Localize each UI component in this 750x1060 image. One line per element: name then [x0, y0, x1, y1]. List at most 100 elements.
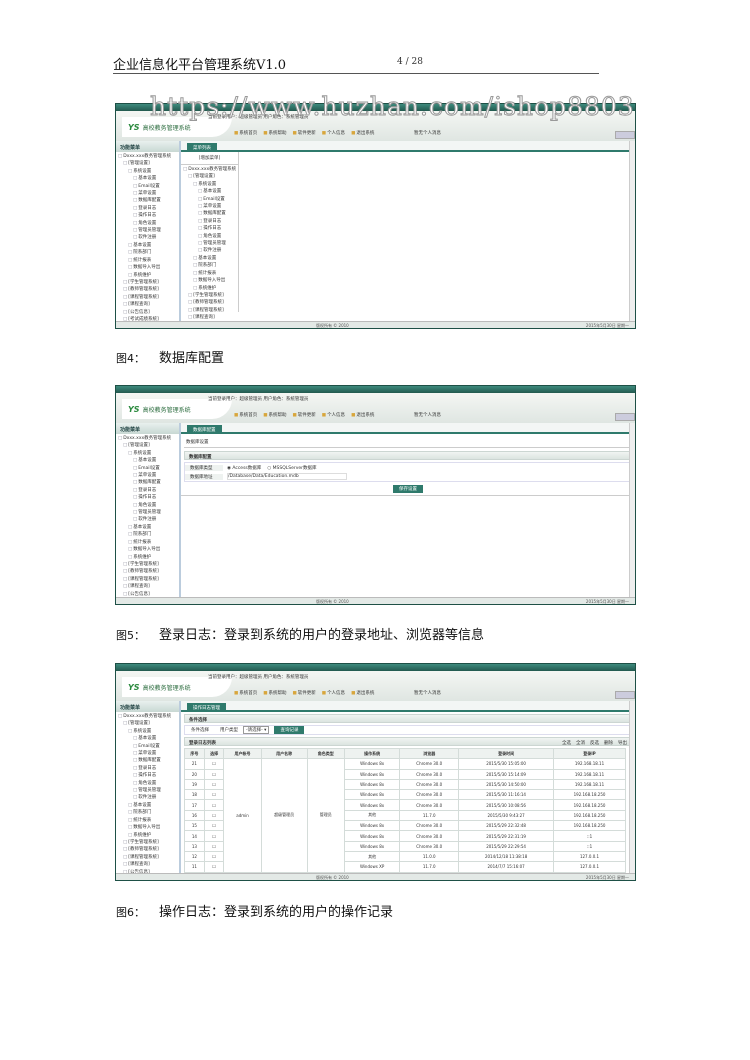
vertical-scrollbar[interactable]	[629, 423, 635, 597]
tree-item[interactable]: [管理设置]	[118, 720, 177, 727]
nav-item[interactable]: 系统首页	[234, 130, 257, 136]
tree-item[interactable]: 操作日志	[118, 772, 177, 779]
vertical-scrollbar[interactable]	[629, 701, 635, 873]
tree-item[interactable]: 登录日志	[118, 487, 177, 494]
tree-item[interactable]: 基本设置	[118, 175, 177, 182]
subtab-database-settings[interactable]: 数据库设置	[184, 437, 632, 448]
tree-item[interactable]: [管理设置]	[183, 173, 236, 180]
tree-item[interactable]: 管理员管理	[183, 240, 236, 247]
row-checkbox[interactable]: ☐	[203, 830, 225, 842]
tree-item[interactable]: [课程管理系统]	[183, 307, 236, 314]
tree-item[interactable]: Email设置	[118, 743, 177, 750]
radio-access[interactable]: ◉ Access数据库	[227, 465, 261, 471]
tree-item[interactable]: 系统维护	[118, 272, 177, 279]
tree-item[interactable]: [课程管理系统]	[118, 294, 177, 301]
tree-item[interactable]: 基本设置	[118, 242, 177, 249]
tree-item[interactable]: 管理员管理	[118, 787, 177, 794]
tree-item[interactable]: Email设置	[118, 183, 177, 190]
tree-item[interactable]: 院系部门	[118, 809, 177, 816]
row-checkbox[interactable]: ☐	[203, 840, 225, 852]
tree-item[interactable]: [课程管理系统]	[118, 576, 177, 583]
tree-item[interactable]: 菜单设置	[118, 472, 177, 479]
row-checkbox[interactable]: ☐	[203, 850, 225, 863]
tree-item[interactable]: 基本设置	[183, 188, 236, 195]
tree-item[interactable]: 系统设置	[118, 728, 177, 735]
tree-item[interactable]: [教师管理系统]	[118, 846, 177, 853]
tree-item[interactable]: 院系部门	[183, 262, 236, 269]
tree-item[interactable]: 操作日志	[118, 212, 177, 219]
tree-item[interactable]: [管理设置]	[118, 442, 177, 449]
tree-item[interactable]: [课程查询]	[118, 583, 177, 590]
tree-item[interactable]: Dxxx.xxx教务管理系统	[118, 713, 177, 720]
exit-button[interactable]	[615, 691, 635, 699]
tree-item[interactable]: 数据导入导出	[183, 277, 236, 284]
tab-log-management[interactable]: 操作日志管理	[187, 703, 226, 712]
tab-database-config[interactable]: 数据库配置	[187, 425, 222, 434]
nav-item[interactable]: 个人信息	[322, 412, 345, 418]
tree-item[interactable]: 统计报表	[118, 257, 177, 264]
nav-item[interactable]: 系统首页	[234, 412, 257, 418]
tree-item[interactable]: Dxxx.xxx教务管理系统	[118, 435, 177, 442]
tree-item[interactable]: 菜单设置	[183, 203, 236, 210]
tree-item[interactable]: 基本设置	[118, 457, 177, 464]
tree-item[interactable]: 角色设置	[118, 780, 177, 787]
tree-item[interactable]: 系统维护	[183, 285, 236, 292]
tree-item[interactable]: 院系部门	[118, 249, 177, 256]
tree-item[interactable]: 管理员管理	[118, 227, 177, 234]
tree-item[interactable]: 菜单设置	[118, 190, 177, 197]
tree-item[interactable]: 基本设置	[183, 255, 236, 262]
tree-item[interactable]: 菜单设置	[118, 750, 177, 757]
tree-item[interactable]: 统计报表	[118, 817, 177, 824]
tree-item[interactable]: 统计报表	[118, 539, 177, 546]
tree-item[interactable]: 角色设置	[118, 502, 177, 509]
tree-item[interactable]: [教师管理系统]	[118, 568, 177, 575]
row-checkbox[interactable]: ☐	[203, 758, 225, 770]
row-checkbox[interactable]: ☐	[203, 820, 225, 832]
tree-item[interactable]: [学生管理系统]	[183, 292, 236, 299]
tree-item[interactable]: 基本设置	[118, 802, 177, 809]
tree-item[interactable]: 登录日志	[183, 218, 236, 225]
nav-item[interactable]: 系统帮助	[263, 412, 287, 418]
save-settings-button[interactable]: 保存设置	[393, 485, 423, 493]
tree-item[interactable]: 数据导入导出	[118, 264, 177, 271]
tree-item[interactable]: 院系部门	[118, 531, 177, 538]
tree-item[interactable]: [公告信息]	[118, 309, 177, 316]
tree-item[interactable]: 系统维护	[118, 554, 177, 561]
db-address-input[interactable]: /Database/Data/Education.mdb	[227, 473, 347, 480]
nav-item[interactable]: 个人信息	[322, 690, 345, 696]
tree-item[interactable]: 数据库配置	[118, 479, 177, 486]
row-checkbox[interactable]: ☐	[203, 809, 225, 822]
action-button[interactable]: 反选	[590, 740, 599, 746]
tree-item[interactable]: 数据库配置	[118, 757, 177, 764]
action-button[interactable]: 删除	[604, 740, 613, 746]
tree-item[interactable]: 软件注册	[183, 247, 236, 254]
tree-item[interactable]: 数据库配置	[118, 197, 177, 204]
tree-item[interactable]: 软件注册	[118, 794, 177, 801]
row-checkbox[interactable]: ☐	[203, 789, 225, 801]
action-button[interactable]: 全选	[562, 740, 571, 746]
row-checkbox[interactable]: ☐	[203, 861, 225, 873]
tree-item[interactable]: 软件注册	[118, 516, 177, 523]
tree-item[interactable]: [课程管理系统]	[118, 854, 177, 861]
tree-item[interactable]: Email设置	[118, 465, 177, 472]
tree-item[interactable]: 系统维护	[118, 832, 177, 839]
tree-item[interactable]: [课程查询]	[118, 861, 177, 868]
nav-item[interactable]: 退出系统	[351, 690, 374, 696]
add-menu-link[interactable]: [增加菜单]	[181, 152, 238, 165]
tree-item[interactable]: 角色设置	[183, 233, 236, 240]
tree-item[interactable]: 数据导入导出	[118, 824, 177, 831]
tree-item[interactable]: 登录日志	[118, 765, 177, 772]
user-type-select[interactable]: -请选择- ▾	[243, 726, 270, 734]
nav-item[interactable]: 系统帮助	[263, 690, 287, 696]
nav-item[interactable]: 退出系统	[351, 130, 374, 136]
row-checkbox[interactable]: ☐	[203, 799, 225, 811]
tree-item[interactable]: 统计报表	[183, 270, 236, 277]
action-button[interactable]: 导出	[618, 740, 627, 746]
tree-item[interactable]: 系统设置	[183, 181, 236, 188]
tree-item[interactable]: 基本设置	[118, 524, 177, 531]
radio-mssql[interactable]: ○ MSSQLServer数据库	[267, 465, 316, 471]
tree-item[interactable]: 管理员管理	[118, 509, 177, 516]
nav-item[interactable]: 软件更新	[293, 690, 316, 696]
tree-item[interactable]: [教师管理系统]	[118, 286, 177, 293]
tree-item[interactable]: 数据导入导出	[118, 546, 177, 553]
